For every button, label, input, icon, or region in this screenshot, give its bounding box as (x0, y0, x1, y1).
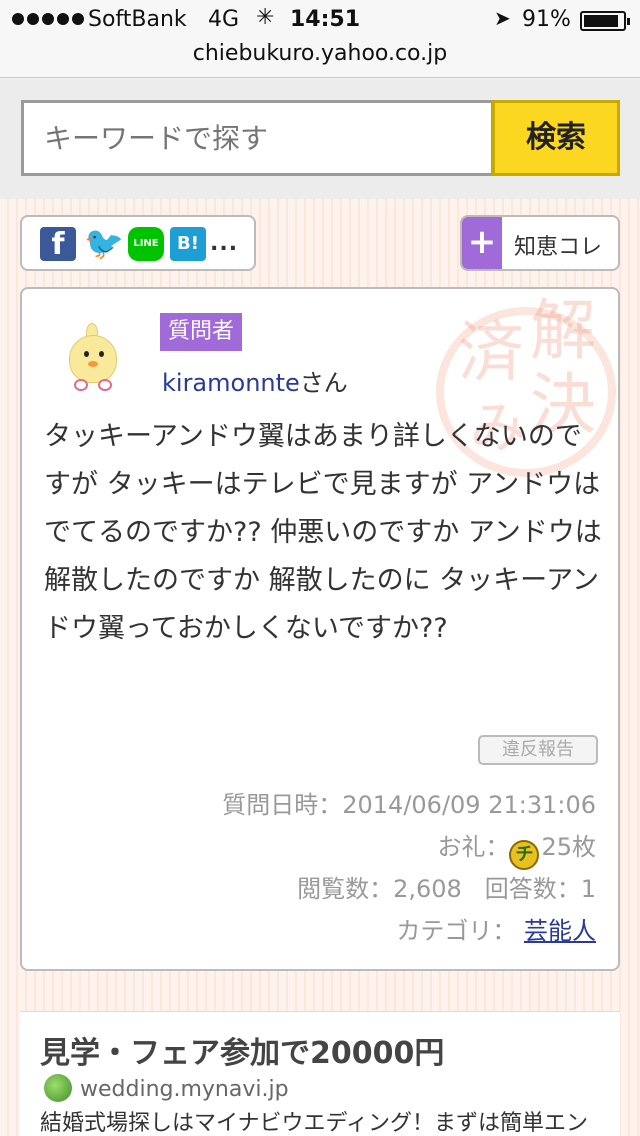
coin-icon: チ (509, 840, 540, 870)
stats: 閲覧数：2,608 回答数：1 (297, 869, 596, 904)
username[interactable]: kiramonnteさん (162, 363, 348, 398)
ad-site: wedding.mynavi.jp (44, 1074, 289, 1102)
answer-count: 回答数：1 (484, 875, 596, 903)
report-button[interactable]: 違反報告 (478, 735, 598, 765)
globe-icon (44, 1074, 72, 1102)
search-button[interactable]: 検索 (492, 100, 620, 176)
question-card: 解 決 済 み 質問者 kiramonnteさん タッキーアンドウ翼はあまり詳し… (20, 287, 620, 971)
location-arrow-icon: ➤ (494, 6, 511, 30)
hatena-bookmark-icon[interactable]: B! (170, 227, 206, 261)
questioner-badge: 質問者 (160, 313, 243, 351)
main-content: f 🐦 LINE B! ... + 知恵コレ 解 決 済 み 質問者 kiram… (0, 199, 640, 1136)
carrier-name: SoftBank (88, 7, 187, 32)
battery-percent: 91% (522, 7, 571, 32)
reward-prefix: お礼： (437, 833, 510, 861)
status-time: 14:51 (290, 7, 361, 32)
ad-block[interactable]: 見学・フェア参加で20000円 wedding.mynavi.jp 結婚式場探し… (20, 1011, 620, 1136)
username-link[interactable]: kiramonnte (162, 369, 300, 397)
view-count: 閲覧数：2,608 (297, 875, 462, 903)
ad-description: 結婚式場探しはマイナビウエディング！まずは簡単エントリーからスタート (40, 1111, 589, 1136)
chie-collection-label: 知恵コレ (514, 235, 603, 260)
ad-title[interactable]: 見学・フェア参加で20000円 (40, 1028, 444, 1072)
signal-strength-icon (12, 13, 84, 25)
line-icon[interactable]: LINE (128, 227, 164, 261)
question-text: タッキーアンドウ翼はあまり詳しくないのですが タッキーはテレビで見ますが アンド… (44, 421, 602, 644)
stamp-char: 済 (458, 314, 524, 391)
facebook-icon[interactable]: f (40, 227, 76, 262)
plus-icon: + (462, 217, 502, 269)
status-bar: SoftBank 4G ✳ 14:51 ➤ 91% (0, 0, 640, 40)
loading-spinner-icon: ✳ (256, 5, 275, 30)
question-date: 質問日時：2014/06/09 21:31:06 (222, 791, 596, 819)
avatar[interactable] (66, 321, 122, 393)
reward-value: 25枚 (541, 833, 596, 861)
ad-site-url: wedding.mynavi.jp (80, 1077, 289, 1102)
reward: お礼：チ 25枚 (437, 827, 596, 870)
chie-collection-button[interactable]: + 知恵コレ (460, 215, 620, 271)
address-bar[interactable]: chiebukuro.yahoo.co.jp (0, 40, 640, 78)
category-prefix: カテゴリ： (396, 917, 517, 945)
category-link[interactable]: 芸能人 (524, 917, 596, 945)
honorific: さん (299, 369, 348, 397)
category: カテゴリ： 芸能人 (396, 911, 596, 946)
network-type: 4G (208, 7, 240, 32)
more-share-button[interactable]: ... (210, 231, 238, 256)
search-area: 検索 (0, 79, 640, 199)
battery-icon (580, 11, 630, 31)
search-input[interactable] (21, 100, 494, 176)
share-bar: f 🐦 LINE B! ... (20, 215, 256, 271)
twitter-icon[interactable]: 🐦 (84, 227, 124, 261)
stamp-char: 解 (530, 292, 596, 369)
